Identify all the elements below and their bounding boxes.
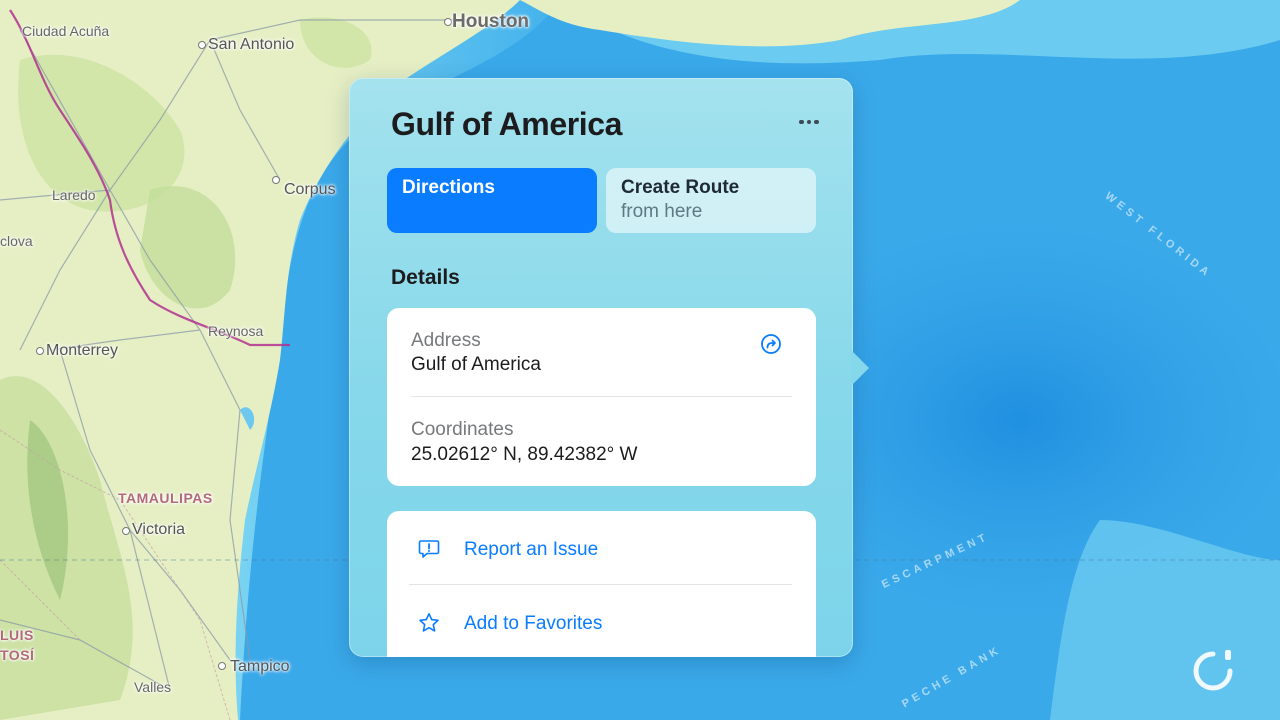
city-label-valles[interactable]: Valles bbox=[134, 680, 171, 694]
city-label-victoria[interactable]: Victoria bbox=[132, 522, 185, 538]
create-route-button-sublabel: from here bbox=[621, 201, 703, 222]
details-card: Address Gulf of America Coordinates 25.0… bbox=[387, 308, 816, 486]
coordinates-value: 25.02612° N, 89.42382° W bbox=[411, 444, 638, 465]
report-issue-label: Report an Issue bbox=[464, 539, 599, 560]
create-route-button-label: Create Route bbox=[621, 177, 740, 198]
city-label-ciudad-acuna[interactable]: Ciudad Acuña bbox=[22, 24, 109, 38]
ellipsis-icon bbox=[799, 119, 804, 125]
place-title: Gulf of America bbox=[391, 106, 623, 142]
monterrey-dot bbox=[36, 347, 44, 355]
actions-divider bbox=[409, 584, 792, 585]
watermark-logo-icon bbox=[1193, 650, 1233, 691]
address-label: Address bbox=[411, 330, 481, 351]
region-label-tosi: TOSÍ bbox=[0, 647, 35, 663]
victoria-dot bbox=[122, 527, 130, 535]
city-label-houston[interactable]: Houston bbox=[452, 12, 529, 31]
share-arrow-icon[interactable] bbox=[759, 332, 783, 356]
address-value: Gulf of America bbox=[411, 354, 541, 375]
region-label-luis: LUIS bbox=[0, 627, 34, 643]
add-to-favorites-label: Add to Favorites bbox=[464, 613, 603, 634]
actions-card: Report an Issue Add to Favorites bbox=[387, 511, 816, 657]
create-route-button[interactable]: Create Route from here bbox=[606, 168, 816, 233]
report-issue-button[interactable]: Report an Issue bbox=[387, 513, 816, 585]
city-label-san-antonio[interactable]: San Antonio bbox=[208, 37, 294, 53]
city-label-laredo[interactable]: Laredo bbox=[52, 188, 96, 202]
tampico-dot bbox=[218, 662, 226, 670]
popover-pointer bbox=[851, 350, 869, 386]
houston-dot bbox=[444, 18, 452, 26]
city-label-reynosa[interactable]: Reynosa bbox=[208, 324, 263, 338]
details-divider bbox=[411, 396, 792, 397]
directions-button-label: Directions bbox=[402, 177, 495, 198]
coordinates-label: Coordinates bbox=[411, 419, 514, 440]
add-to-favorites-button[interactable]: Add to Favorites bbox=[387, 587, 816, 657]
exclamation-bubble-icon bbox=[418, 540, 440, 558]
san-antonio-dot bbox=[198, 41, 206, 49]
more-options-button[interactable] bbox=[793, 110, 825, 134]
place-popover: Gulf of America Directions Create Route … bbox=[349, 78, 869, 657]
city-label-clova[interactable]: clova bbox=[0, 234, 33, 248]
city-label-tampico[interactable]: Tampico bbox=[230, 659, 290, 675]
popover-content: Gulf of America Directions Create Route … bbox=[349, 78, 853, 657]
star-icon bbox=[419, 613, 439, 632]
corpus-dot bbox=[272, 176, 280, 184]
details-heading: Details bbox=[391, 266, 460, 289]
region-label-tamaulipas: TAMAULIPAS bbox=[118, 490, 213, 506]
directions-button[interactable]: Directions bbox=[387, 168, 597, 233]
city-label-monterrey[interactable]: Monterrey bbox=[46, 343, 118, 359]
city-label-corpus[interactable]: Corpus bbox=[284, 182, 336, 198]
